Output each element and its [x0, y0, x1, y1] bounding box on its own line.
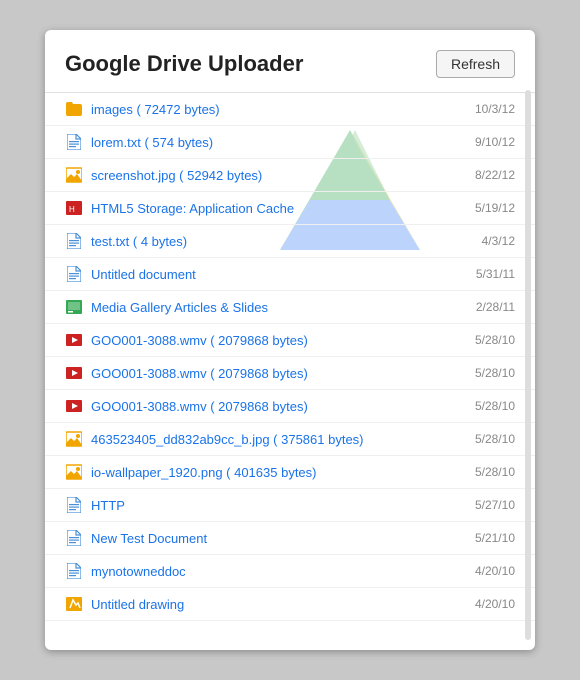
doc-icon: [65, 265, 83, 283]
html-icon: H: [65, 199, 83, 217]
list-item[interactable]: GOO001-3088.wmv ( 2079868 bytes) 5/28/10: [45, 324, 535, 357]
file-date: 4/3/12: [482, 234, 515, 248]
file-date: 9/10/12: [475, 135, 515, 149]
file-name[interactable]: HTTP: [91, 498, 465, 513]
list-item[interactable]: New Test Document 5/21/10: [45, 522, 535, 555]
list-item[interactable]: Untitled document 5/31/11: [45, 258, 535, 291]
video-icon: [65, 397, 83, 415]
file-date: 8/22/12: [475, 168, 515, 182]
file-name[interactable]: New Test Document: [91, 531, 465, 546]
list-item[interactable]: H HTML5 Storage: Application Cache 5/19/12: [45, 192, 535, 225]
txt-icon: [65, 133, 83, 151]
file-date: 5/28/10: [475, 399, 515, 413]
file-name[interactable]: test.txt ( 4 bytes): [91, 234, 472, 249]
file-name[interactable]: Untitled document: [91, 267, 466, 282]
list-item[interactable]: Untitled drawing 4/20/10: [45, 588, 535, 621]
video-icon: [65, 331, 83, 349]
svg-text:H: H: [69, 205, 75, 214]
list-item[interactable]: Media Gallery Articles & Slides 2/28/11: [45, 291, 535, 324]
file-name[interactable]: screenshot.jpg ( 52942 bytes): [91, 168, 465, 183]
doc-icon: [65, 496, 83, 514]
file-date: 4/20/10: [475, 597, 515, 611]
file-name[interactable]: io-wallpaper_1920.png ( 401635 bytes): [91, 465, 465, 480]
list-item[interactable]: test.txt ( 4 bytes) 4/3/12: [45, 225, 535, 258]
list-item[interactable]: 463523405_dd832ab9cc_b.jpg ( 375861 byte…: [45, 423, 535, 456]
page-title: Google Drive Uploader: [65, 51, 303, 77]
file-name[interactable]: Untitled drawing: [91, 597, 465, 612]
file-name[interactable]: HTML5 Storage: Application Cache: [91, 201, 465, 216]
file-name[interactable]: lorem.txt ( 574 bytes): [91, 135, 465, 150]
img-icon: [65, 430, 83, 448]
file-date: 5/27/10: [475, 498, 515, 512]
file-date: 5/31/11: [476, 267, 515, 281]
folder-icon: [65, 100, 83, 118]
list-item[interactable]: GOO001-3088.wmv ( 2079868 bytes) 5/28/10: [45, 357, 535, 390]
header: Google Drive Uploader Refresh: [45, 50, 535, 92]
file-date: 5/28/10: [475, 366, 515, 380]
list-item[interactable]: HTTP 5/27/10: [45, 489, 535, 522]
doc-icon: [65, 562, 83, 580]
list-item[interactable]: screenshot.jpg ( 52942 bytes) 8/22/12: [45, 159, 535, 192]
file-name[interactable]: Media Gallery Articles & Slides: [91, 300, 466, 315]
refresh-button[interactable]: Refresh: [436, 50, 515, 78]
list-item[interactable]: lorem.txt ( 574 bytes) 9/10/12: [45, 126, 535, 159]
slides-icon: [65, 298, 83, 316]
file-name[interactable]: GOO001-3088.wmv ( 2079868 bytes): [91, 399, 465, 414]
list-item[interactable]: images ( 72472 bytes) 10/3/12: [45, 93, 535, 126]
file-name[interactable]: mynotowneddoc: [91, 564, 465, 579]
file-name[interactable]: images ( 72472 bytes): [91, 102, 465, 117]
file-date: 10/3/12: [475, 102, 515, 116]
main-panel: Google Drive Uploader Refresh images ( 7…: [45, 30, 535, 650]
file-date: 4/20/10: [475, 564, 515, 578]
file-date: 5/19/12: [475, 201, 515, 215]
file-name[interactable]: 463523405_dd832ab9cc_b.jpg ( 375861 byte…: [91, 432, 465, 447]
file-date: 2/28/11: [476, 300, 515, 314]
file-date: 5/28/10: [475, 465, 515, 479]
file-date: 5/28/10: [475, 432, 515, 446]
file-date: 5/28/10: [475, 333, 515, 347]
list-item[interactable]: io-wallpaper_1920.png ( 401635 bytes) 5/2…: [45, 456, 535, 489]
img-icon: [65, 166, 83, 184]
list-item[interactable]: GOO001-3088.wmv ( 2079868 bytes) 5/28/10: [45, 390, 535, 423]
img-icon: [65, 463, 83, 481]
drawing-icon: [65, 595, 83, 613]
file-list: images ( 72472 bytes) 10/3/12 lorem.txt ( …: [45, 92, 535, 621]
file-name[interactable]: GOO001-3088.wmv ( 2079868 bytes): [91, 333, 465, 348]
list-item[interactable]: mynotowneddoc 4/20/10: [45, 555, 535, 588]
video-icon: [65, 364, 83, 382]
txt-icon: [65, 232, 83, 250]
scrollbar[interactable]: [525, 90, 531, 640]
file-name[interactable]: GOO001-3088.wmv ( 2079868 bytes): [91, 366, 465, 381]
doc-icon: [65, 529, 83, 547]
file-date: 5/21/10: [475, 531, 515, 545]
